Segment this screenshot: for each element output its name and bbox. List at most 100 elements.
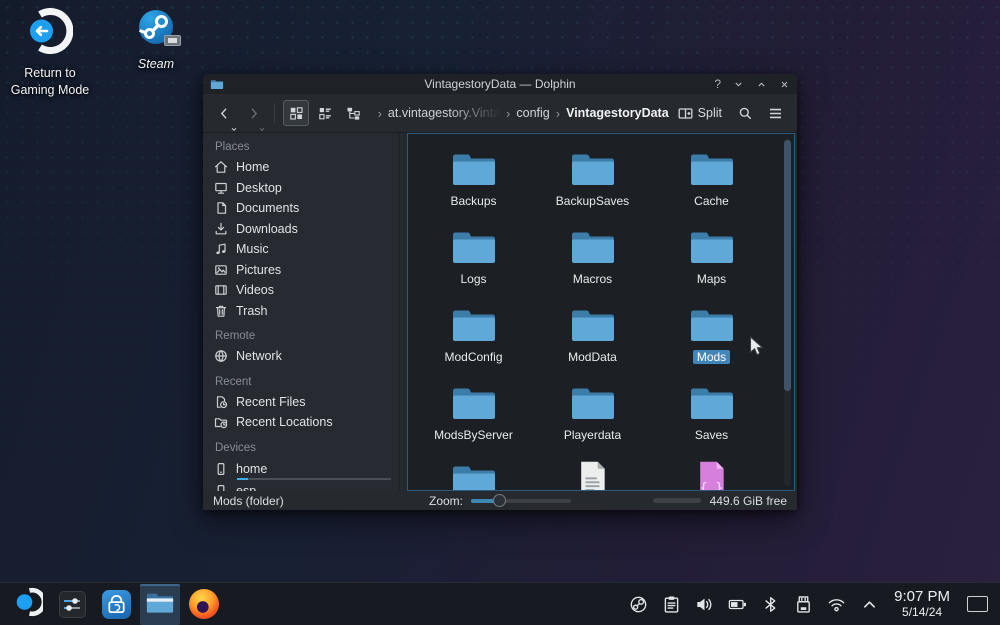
clock-widget[interactable]: 9:07 PM 5/14/24 xyxy=(894,588,950,619)
file-saves[interactable]: Saves xyxy=(661,378,762,456)
folder-icon xyxy=(569,226,617,266)
tray-volume-icon[interactable] xyxy=(694,594,714,614)
sidebar-item-home[interactable]: home xyxy=(214,458,393,480)
sidebar-item-downloads[interactable]: Downloads xyxy=(214,219,393,240)
breadcrumb-item-at-vintagestory-vinta[interactable]: at.vintagestory.Vinta xyxy=(388,106,500,120)
file-cache[interactable]: Cache xyxy=(661,144,762,222)
desktop-icon-steam[interactable]: Steam xyxy=(110,8,202,73)
sidebar-item-esp[interactable]: esp xyxy=(214,480,393,492)
sidebar-item-network[interactable]: Network xyxy=(214,346,393,367)
taskbar-discover-button[interactable] xyxy=(96,584,136,625)
sidebar-item-label: Home xyxy=(236,160,269,174)
dolphin-window: VintagestoryData — Dolphin ? xyxy=(203,74,797,510)
sidebar-item-recent-locations[interactable]: Recent Locations xyxy=(214,412,393,433)
forward-button[interactable] xyxy=(241,100,267,126)
search-button[interactable] xyxy=(732,100,758,126)
folder-view[interactable]: BackupsBackupSavesCacheLogsMacrosMapsMod… xyxy=(407,133,795,491)
downloads-icon xyxy=(214,222,228,236)
breadcrumb-item-vintagestorydata[interactable]: VintagestoryData xyxy=(566,106,669,120)
trash-icon xyxy=(214,304,228,318)
file-label: Mods xyxy=(693,350,730,364)
sidebar-item-label: Music xyxy=(236,242,269,256)
file-modconfig[interactable]: ModConfig xyxy=(423,300,524,378)
maximize-button[interactable] xyxy=(756,79,767,90)
hamburger-menu-button[interactable] xyxy=(762,100,788,126)
taskbar-app-launcher-button[interactable] xyxy=(8,584,48,625)
show-desktop-button[interactable] xyxy=(967,596,988,612)
sidebar-item-label: Recent Locations xyxy=(236,415,333,429)
sidebar-item-home[interactable]: Home xyxy=(214,157,393,178)
folder-icon xyxy=(210,78,224,90)
file-mods[interactable]: Mods xyxy=(661,300,762,378)
toolbar-separator xyxy=(274,103,275,123)
sidebar-item-label: Pictures xyxy=(236,263,281,277)
taskbar-system-settings-button[interactable] xyxy=(52,584,92,625)
tray-usb-device-icon[interactable] xyxy=(793,594,813,614)
sidebar-item-trash[interactable]: Trash xyxy=(214,301,393,322)
sidebar-item-documents[interactable]: Documents xyxy=(214,198,393,219)
close-button[interactable] xyxy=(779,79,790,90)
sidebar-item-videos[interactable]: Videos xyxy=(214,280,393,301)
zoom-slider-knob[interactable] xyxy=(493,494,506,507)
view-scrollbar[interactable] xyxy=(784,138,791,486)
breadcrumb-item-config[interactable]: config xyxy=(516,106,549,120)
details-view-button[interactable] xyxy=(312,100,338,126)
tree-view-button[interactable] xyxy=(341,100,367,126)
sidebar-section-devices: Devices xyxy=(215,442,393,454)
file-item-partial[interactable] xyxy=(423,456,524,491)
file-label: ModsByServer xyxy=(434,428,513,442)
file-label: BackupSaves xyxy=(556,194,629,208)
folder-icon xyxy=(569,148,617,188)
file-backupsaves[interactable]: BackupSaves xyxy=(542,144,643,222)
sidebar-item-music[interactable]: Music xyxy=(214,239,393,260)
window-titlebar[interactable]: VintagestoryData — Dolphin ? xyxy=(203,74,797,94)
sidebar-item-recent-files[interactable]: Recent Files xyxy=(214,392,393,413)
folder-icon xyxy=(688,304,736,344)
back-button[interactable] xyxy=(212,100,238,126)
sidebar-item-label: Desktop xyxy=(236,181,282,195)
tray-clipboard-icon[interactable] xyxy=(661,594,681,614)
tray-battery-icon[interactable] xyxy=(727,594,747,614)
sidebar-item-label: Network xyxy=(236,349,282,363)
breadcrumb-separator-icon: › xyxy=(378,106,382,121)
file-label: Playerdata xyxy=(564,428,621,442)
scrollbar-thumb[interactable] xyxy=(784,140,791,391)
desktop-icon-return-to-gaming-mode[interactable]: Return to Gaming Mode xyxy=(4,8,96,99)
folder-icon xyxy=(688,226,736,266)
taskbar-dolphin-button[interactable] xyxy=(140,584,180,625)
zoom-slider[interactable] xyxy=(471,499,571,503)
minimize-button[interactable] xyxy=(733,79,744,90)
file-item-partial[interactable]: { } xyxy=(661,456,762,491)
svg-text:{ }: { } xyxy=(700,481,724,491)
file-playerdata[interactable]: Playerdata xyxy=(542,378,643,456)
file-modsbyserver[interactable]: ModsByServer xyxy=(423,378,524,456)
tray-wifi-icon[interactable] xyxy=(826,594,846,614)
file-moddata[interactable]: ModData xyxy=(542,300,643,378)
file-label: Macros xyxy=(573,272,612,286)
taskbar: 9:07 PM 5/14/24 xyxy=(0,582,1000,625)
file-logs[interactable]: Logs xyxy=(423,222,524,300)
sidebar-item-label: Videos xyxy=(236,283,274,297)
file-label: Saves xyxy=(695,428,728,442)
documents-icon xyxy=(214,201,228,215)
tray-bluetooth-icon[interactable] xyxy=(760,594,780,614)
tray-expand-caret-icon[interactable] xyxy=(859,594,879,614)
taskbar-firefox-button[interactable] xyxy=(184,584,224,625)
file-item-partial[interactable] xyxy=(542,456,643,491)
icons-view-button[interactable] xyxy=(283,100,309,126)
file-backups[interactable]: Backups xyxy=(423,144,524,222)
folder-icon xyxy=(450,460,498,491)
file-label: Backups xyxy=(450,194,496,208)
settings-sliders-icon xyxy=(59,591,86,618)
file-label: ModConfig xyxy=(444,350,502,364)
app-launcher-icon xyxy=(13,587,43,622)
return-to-gaming-mode-icon xyxy=(27,8,73,59)
sidebar-item-desktop[interactable]: Desktop xyxy=(214,178,393,199)
tray-steam-icon[interactable] xyxy=(628,594,648,614)
sidebar-item-pictures[interactable]: Pictures xyxy=(214,260,393,281)
file-maps[interactable]: Maps xyxy=(661,222,762,300)
file-macros[interactable]: Macros xyxy=(542,222,643,300)
file-text-icon xyxy=(575,460,610,491)
split-button[interactable]: Split xyxy=(672,100,728,126)
help-button[interactable]: ? xyxy=(714,78,721,90)
